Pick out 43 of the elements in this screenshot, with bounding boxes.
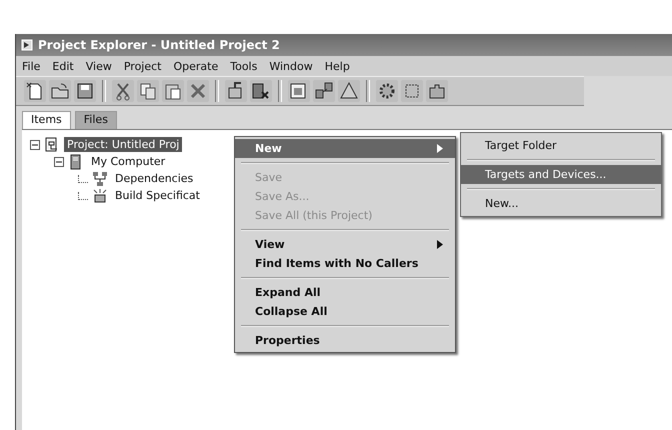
window-icon[interactable] (288, 80, 310, 102)
menu-item[interactable]: Operate (173, 60, 218, 72)
menu-item[interactable]: View (86, 60, 112, 72)
tree-item[interactable]: Dependencies (112, 171, 196, 186)
menu-item[interactable]: Tools (230, 60, 258, 72)
tree-item[interactable]: My Computer (88, 154, 168, 169)
menu-item[interactable]: Project (124, 60, 162, 72)
tree-line (78, 174, 88, 182)
menu-item[interactable]: View (235, 235, 455, 254)
submenu-arrow-icon (437, 240, 443, 249)
menu-item[interactable]: Help (324, 60, 350, 72)
menu-item[interactable]: Target Folder (461, 136, 661, 155)
delete-icon[interactable] (187, 80, 209, 102)
collapse-icon[interactable] (30, 140, 40, 150)
tree-item[interactable]: Project: Untitled Proj (64, 137, 182, 152)
link-icon[interactable] (313, 80, 335, 102)
menu-item[interactable]: File (22, 60, 40, 72)
save-icon[interactable] (74, 80, 96, 102)
tab[interactable]: Files (74, 111, 117, 129)
network-icon (92, 170, 108, 186)
copy-icon[interactable] (137, 80, 159, 102)
menu-item[interactable]: Properties (235, 331, 455, 350)
cut-icon[interactable] (112, 80, 134, 102)
menu-item[interactable]: New (235, 139, 455, 158)
menu-item[interactable]: New... (461, 194, 661, 213)
tab[interactable]: Items (22, 111, 71, 129)
tree-line (78, 192, 88, 200)
warning-icon[interactable] (338, 80, 360, 102)
paste-icon[interactable] (162, 80, 184, 102)
open-folder-icon[interactable] (49, 80, 71, 102)
app-icon (21, 39, 33, 51)
menu-item[interactable]: Targets and Devices... (461, 165, 661, 184)
collapse-icon[interactable] (54, 156, 64, 166)
menu-item[interactable]: Expand All (235, 283, 455, 302)
project-icon (44, 136, 60, 152)
menu-item[interactable]: Edit (52, 60, 74, 72)
window-title: Project Explorer - Untitled Project 2 (38, 38, 280, 52)
menu-item[interactable]: Window (269, 60, 313, 72)
tree-item[interactable]: Build Specificat (112, 188, 203, 203)
new-file-icon[interactable] (24, 80, 46, 102)
menu-item[interactable]: Collapse All (235, 302, 455, 321)
menu-item[interactable]: Find Items with No Callers (235, 254, 455, 273)
submenu-arrow-icon (437, 144, 443, 153)
